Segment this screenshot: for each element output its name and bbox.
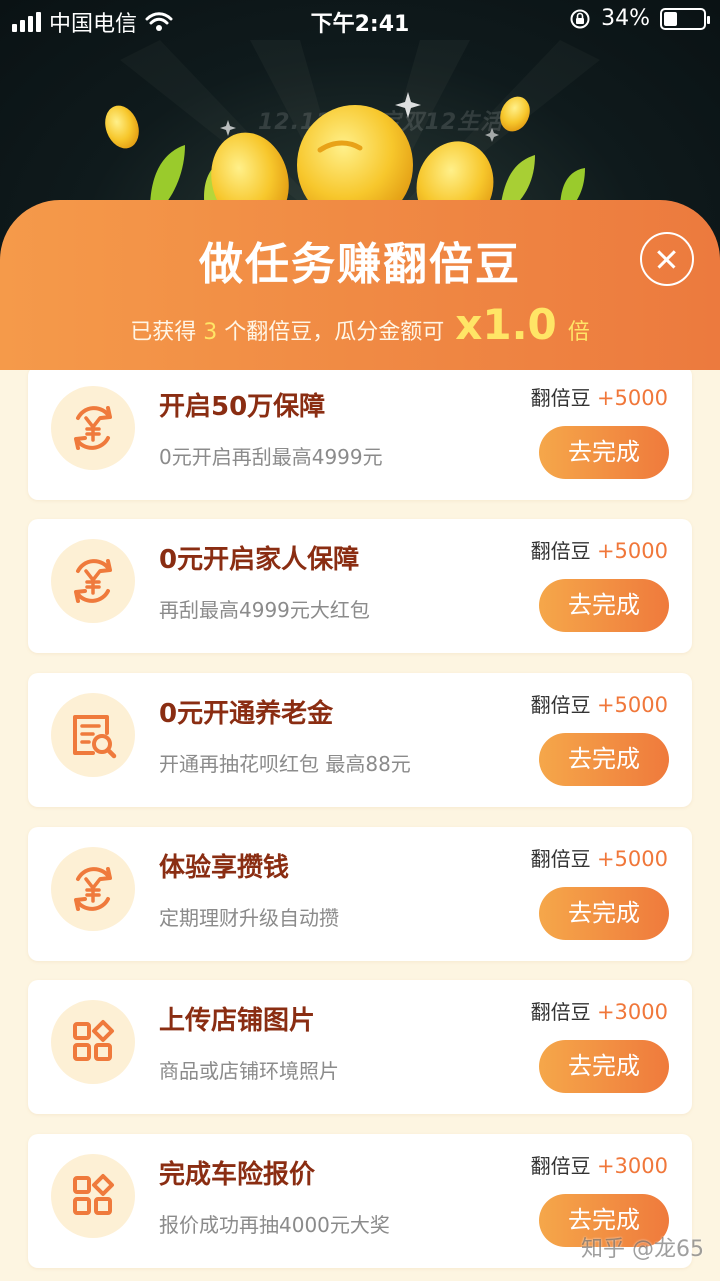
rotation-lock-icon [570, 9, 590, 28]
task-card: 上传店铺图片 商品或店铺环境照片 翻倍豆 +3000 去完成 [28, 980, 692, 1114]
task-title: 完成车险报价 [159, 1160, 316, 1190]
reward-points: +5000 [596, 539, 668, 563]
task-title: 开启50万保障 [159, 392, 326, 422]
go-complete-button[interactable]: 去完成 [539, 426, 669, 479]
task-card: 0元开通养老金 开通再抽花呗红包 最高88元 翻倍豆 +5000 去完成 [28, 673, 692, 807]
task-list: 开启50万保障 0元开启再刮最高4999元 翻倍豆 +5000 去完成 0元开启… [0, 370, 720, 1281]
reward-label: 翻倍豆 [530, 847, 591, 871]
page-title: 做任务赚翻倍豆 [199, 239, 521, 290]
reward-points: +5000 [596, 693, 668, 717]
task-title: 上传店铺图片 [159, 1006, 316, 1036]
bean-progress-text: 已获得 3 个翻倍豆，瓜分金额可 x1.0 倍 [0, 300, 720, 349]
reward-label: 翻倍豆 [530, 693, 591, 717]
earned-count: 3 [203, 320, 218, 345]
multiplier-unit: 倍 [567, 320, 590, 345]
task-description: 定期理财升级自动攒 [159, 906, 339, 930]
document-search-icon [51, 693, 135, 777]
task-title: 体验享攒钱 [159, 853, 290, 883]
task-card: 体验享攒钱 定期理财升级自动攒 翻倍豆 +5000 去完成 [28, 827, 692, 961]
reward-points: +5000 [596, 847, 668, 871]
task-page: 12.12支付宝双12生活节 [0, 0, 720, 1281]
go-complete-button[interactable]: 去完成 [539, 579, 669, 632]
reward-points: +3000 [596, 1000, 668, 1024]
status-indicators: 34% [569, 6, 710, 31]
yuan-refresh-icon [51, 539, 135, 623]
task-description: 0元开启再刮最高4999元 [159, 445, 383, 469]
zhihu-watermark: 知乎 @龙65 [581, 1237, 704, 1262]
task-reward: 翻倍豆 +3000 [531, 1150, 668, 1179]
battery-icon [660, 7, 710, 30]
task-reward: 翻倍豆 +5000 [531, 843, 668, 872]
task-description: 报价成功再抽4000元大奖 [159, 1213, 390, 1237]
battery-percent: 34% [601, 6, 650, 31]
task-reward: 翻倍豆 +5000 [531, 535, 668, 564]
task-card: 开启50万保障 0元开启再刮最高4999元 翻倍豆 +5000 去完成 [28, 370, 692, 500]
reward-label: 翻倍豆 [530, 386, 591, 410]
reward-label: 翻倍豆 [530, 1154, 591, 1178]
close-button[interactable] [640, 232, 694, 286]
task-reward: 翻倍豆 +5000 [531, 689, 668, 718]
go-complete-button[interactable]: 去完成 [539, 887, 669, 940]
reward-points: +3000 [596, 1154, 668, 1178]
earned-suffix: 个翻倍豆，瓜分金额可 [224, 320, 445, 345]
reward-label: 翻倍豆 [530, 1000, 591, 1024]
app-grid-icon [51, 1154, 135, 1238]
go-complete-button[interactable]: 去完成 [539, 1040, 669, 1093]
status-bar: 中国电信 下午2:41 34% [0, 0, 720, 40]
task-reward: 翻倍豆 +3000 [531, 996, 668, 1025]
go-complete-button[interactable]: 去完成 [539, 733, 669, 786]
task-title: 0元开启家人保障 [159, 545, 360, 575]
task-card: 0元开启家人保障 再刮最高4999元大红包 翻倍豆 +5000 去完成 [28, 519, 692, 653]
yuan-refresh-icon [51, 386, 135, 470]
task-title: 0元开通养老金 [159, 699, 334, 729]
yuan-refresh-icon [51, 847, 135, 931]
task-description: 开通再抽花呗红包 最高88元 [159, 752, 411, 776]
task-description: 商品或店铺环境照片 [159, 1059, 339, 1083]
reward-points: +5000 [596, 386, 668, 410]
task-description: 再刮最高4999元大红包 [159, 598, 370, 622]
app-grid-icon [51, 1000, 135, 1084]
reward-label: 翻倍豆 [530, 539, 591, 563]
multiplier-value: x1.0 [455, 300, 557, 349]
task-reward: 翻倍豆 +5000 [531, 382, 668, 411]
earned-prefix: 已获得 [130, 320, 197, 345]
